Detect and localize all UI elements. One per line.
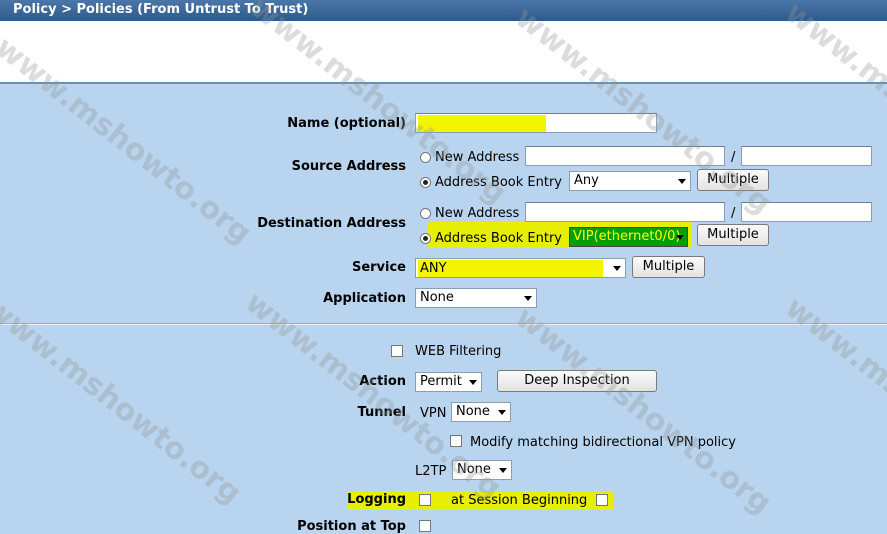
source-new-address-label: New Address: [435, 150, 520, 165]
action-select[interactable]: Permit: [415, 372, 482, 392]
name-highlight: [418, 115, 546, 132]
logging-session-beginning-checkbox[interactable]: [596, 494, 608, 506]
deep-inspection-button[interactable]: Deep Inspection: [497, 370, 657, 392]
l2tp-label: L2TP: [415, 464, 447, 479]
source-separator: /: [731, 150, 736, 165]
logging-checkbox[interactable]: [419, 494, 431, 506]
destination-new-address-mask-input[interactable]: [741, 202, 872, 222]
action-label: Action: [359, 374, 406, 389]
source-multiple-button[interactable]: Multiple: [697, 169, 769, 191]
source-new-address-ip-input[interactable]: [525, 146, 725, 166]
breadcrumb: Policy > Policies (From Untrust To Trust…: [0, 0, 887, 21]
position-at-top-label: Position at Top: [297, 519, 406, 534]
source-address-book-radio[interactable]: [420, 177, 431, 188]
destination-multiple-button[interactable]: Multiple: [697, 224, 769, 246]
destination-address-label: Destination Address: [257, 216, 406, 231]
destination-new-address-ip-input[interactable]: [525, 202, 725, 222]
web-filtering-checkbox[interactable]: [391, 345, 403, 357]
vpn-select[interactable]: None: [451, 402, 511, 422]
tunnel-label: Tunnel: [357, 405, 406, 420]
destination-separator: /: [731, 206, 736, 221]
logging-session-label: at Session Beginning: [451, 493, 588, 508]
l2tp-value: None: [457, 462, 491, 477]
source-new-address-mask-input[interactable]: [741, 146, 872, 166]
destination-address-book-label: Address Book Entry: [435, 231, 562, 246]
application-label: Application: [323, 291, 406, 306]
service-multiple-button[interactable]: Multiple: [632, 256, 705, 278]
service-value: ANY: [420, 261, 447, 276]
logging-label: Logging: [347, 492, 406, 507]
chevron-down-icon: [498, 410, 506, 415]
service-label: Service: [351, 260, 406, 275]
source-new-address-radio[interactable]: [420, 152, 431, 163]
chevron-down-icon: [469, 380, 477, 385]
destination-address-book-radio[interactable]: [420, 233, 431, 244]
chevron-down-icon: [678, 179, 686, 184]
chevron-down-icon: [524, 296, 532, 301]
name-label: Name (optional): [287, 116, 406, 131]
source-address-book-select[interactable]: Any: [569, 171, 691, 191]
header-area: [0, 21, 887, 82]
modify-bidirectional-vpn-label: Modify matching bidirectional VPN policy: [470, 435, 736, 450]
modify-bidirectional-vpn-checkbox[interactable]: [450, 435, 462, 447]
source-address-book-label: Address Book Entry: [435, 175, 562, 190]
l2tp-select[interactable]: None: [452, 460, 512, 480]
destination-new-address-label: New Address: [435, 206, 520, 221]
position-at-top-checkbox[interactable]: [419, 520, 431, 532]
destination-new-address-radio[interactable]: [420, 208, 431, 219]
chevron-down-icon: [613, 266, 621, 271]
action-value: Permit: [420, 374, 462, 389]
source-address-book-value: Any: [574, 173, 599, 188]
chevron-down-icon: [499, 468, 507, 473]
web-filtering-label: WEB Filtering: [415, 344, 502, 359]
destination-address-book-value: VIP(ethernet0/0): [573, 229, 681, 244]
application-select[interactable]: None: [415, 288, 537, 308]
source-address-label: Source Address: [291, 159, 406, 174]
chevron-down-icon: [676, 235, 684, 240]
section-divider: [0, 323, 887, 325]
vpn-value: None: [456, 404, 490, 419]
application-value: None: [420, 290, 454, 305]
vpn-label: VPN: [420, 406, 447, 421]
destination-address-book-select[interactable]: VIP(ethernet0/0): [569, 227, 688, 247]
